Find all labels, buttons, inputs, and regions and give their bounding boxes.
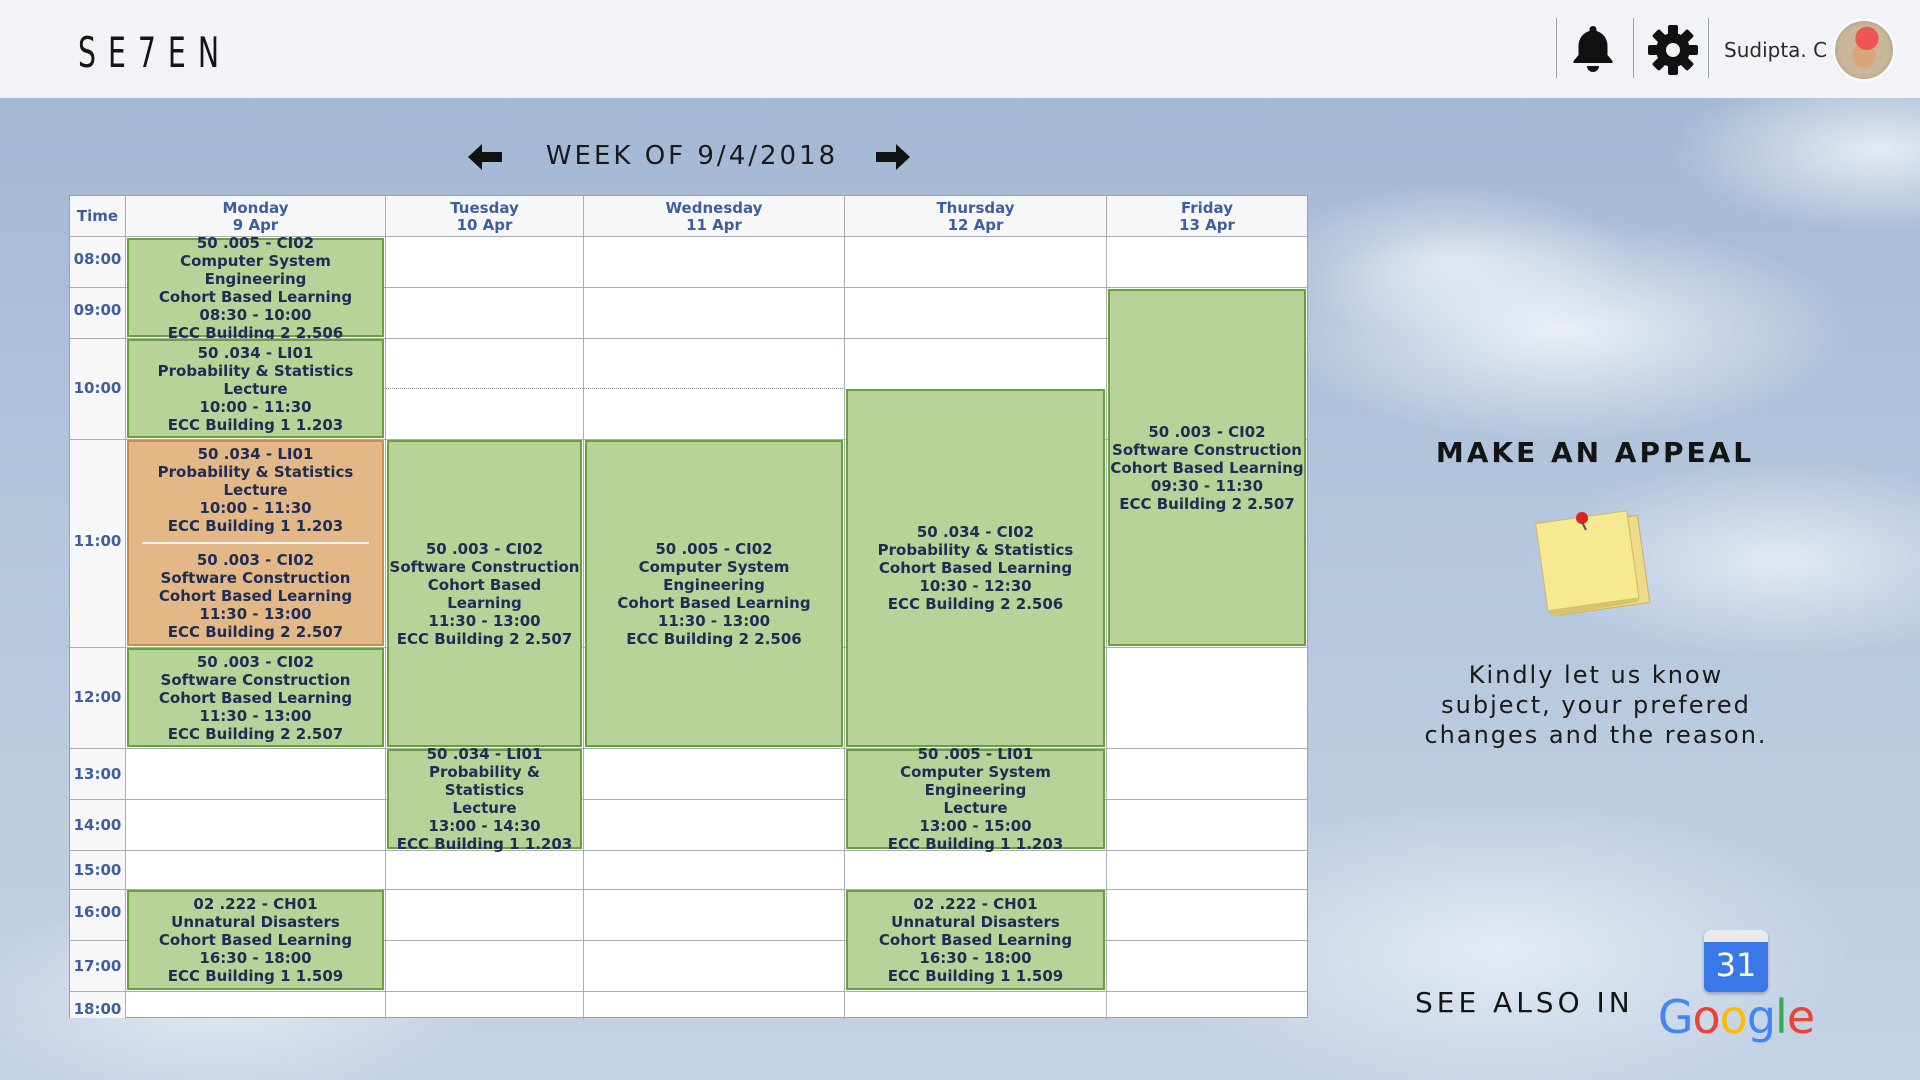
event-block[interactable]: 50 .034 - LI01 Probability & Statistics Le… (127, 339, 384, 438)
google-logo: Google (1657, 990, 1815, 1044)
event-block[interactable]: 50 .003 - CI02 Software Construction Cohor… (127, 648, 384, 747)
grid-line (70, 850, 1307, 851)
appeal-note-button[interactable] (1528, 500, 1658, 630)
time-label: 10:00 (70, 339, 125, 439)
time-label: 11:00 (70, 440, 125, 647)
grid-line (70, 748, 1307, 749)
time-label: 13:00 (70, 749, 125, 799)
user-name[interactable]: Sudipta. C (1724, 38, 1827, 62)
grid-line (125, 196, 126, 1019)
grid-line (844, 196, 845, 1019)
grid-line (70, 799, 1307, 800)
time-column-header: Time (70, 196, 125, 236)
timetable: Time Monday 9 Apr Tuesday 10 Apr Wednesday… (69, 195, 1308, 1019)
arrow-left-icon (468, 144, 502, 170)
time-label: 12:00 (70, 648, 125, 748)
next-week-button[interactable] (872, 142, 912, 172)
gear-icon (1648, 25, 1698, 75)
notifications-button[interactable] (1568, 22, 1618, 76)
event-block[interactable]: 02 .222 - CH01 Unnatural Disasters Cohort … (127, 890, 384, 990)
day-header-wednesday: Wednesday 11 Apr (584, 196, 844, 236)
clash-event-block[interactable]: 50 .034 - LI01 Probability & Statistics Le… (127, 440, 384, 646)
week-navigation: WEEK OF 9/4/2018 (466, 138, 926, 178)
google-calendar-icon: 31 (1704, 930, 1768, 992)
settings-button[interactable] (1645, 22, 1701, 78)
event-block[interactable]: 50 .005 - CI02 Computer System Engineerin… (127, 234, 384, 342)
time-label: 18:00 (70, 992, 125, 1018)
previous-week-button[interactable] (466, 142, 506, 172)
event-block[interactable]: 50 .005 - LI01 Computer System Engineerin… (846, 745, 1105, 853)
app-logo[interactable]: SE7EN (78, 28, 231, 77)
event-block[interactable]: 50 .005 - CI02 Computer System Engineerin… (585, 440, 843, 747)
appeal-title: MAKE AN APPEAL (1435, 436, 1755, 469)
week-label: WEEK OF 9/4/2018 (545, 141, 839, 171)
event-block[interactable]: 50 .003 - CI02 Software Construction Cohor… (387, 440, 582, 747)
avatar[interactable] (1833, 19, 1895, 81)
time-label: 17:00 (70, 941, 125, 991)
time-label: 08:00 (70, 237, 125, 287)
event-block[interactable]: 50 .034 - CI02 Probability & Statistics Co… (846, 389, 1105, 747)
appeal-description: Kindly let us know subject, your prefere… (1424, 661, 1768, 749)
grid-line (385, 388, 845, 389)
time-label: 09:00 (70, 288, 125, 338)
day-header-monday: Monday 9 Apr (126, 196, 385, 236)
time-label: 15:00 (70, 851, 125, 889)
day-header-tuesday: Tuesday 10 Apr (386, 196, 583, 236)
grid-line (70, 991, 1307, 992)
event-block[interactable]: 50 .034 - LI01 Probability & Statistics Le… (387, 745, 582, 853)
header-divider (1708, 18, 1709, 78)
see-also-label: SEE ALSO IN (1415, 986, 1634, 1019)
event-block[interactable]: 50 .003 - CI02 Software Construction Cohor… (1108, 289, 1306, 646)
time-label: 14:00 (70, 800, 125, 850)
clash-entry: 50 .034 - LI01 Probability & Statistics Le… (157, 445, 354, 535)
header-divider (1556, 18, 1557, 78)
arrow-right-icon (876, 144, 910, 170)
time-label: 16:00 (70, 890, 125, 940)
clash-divider (141, 542, 370, 544)
event-block[interactable]: 02 .222 - CH01 Unnatural Disasters Cohort … (846, 890, 1105, 990)
grid-line (583, 196, 584, 1019)
grid-line (385, 196, 386, 1019)
grid-line (1106, 196, 1107, 1019)
bell-icon (1573, 26, 1613, 72)
day-header-thursday: Thursday 12 Apr (845, 196, 1106, 236)
google-calendar-link[interactable]: 31 Google (1656, 930, 1816, 1045)
header-divider (1633, 18, 1634, 78)
day-header-friday: Friday 13 Apr (1107, 196, 1307, 236)
sticky-note-icon (1535, 510, 1651, 617)
top-bar: SE7EN Sudipta. C (0, 0, 1920, 98)
clash-entry: 50 .003 - CI02 Software Construction Cohor… (158, 551, 353, 641)
